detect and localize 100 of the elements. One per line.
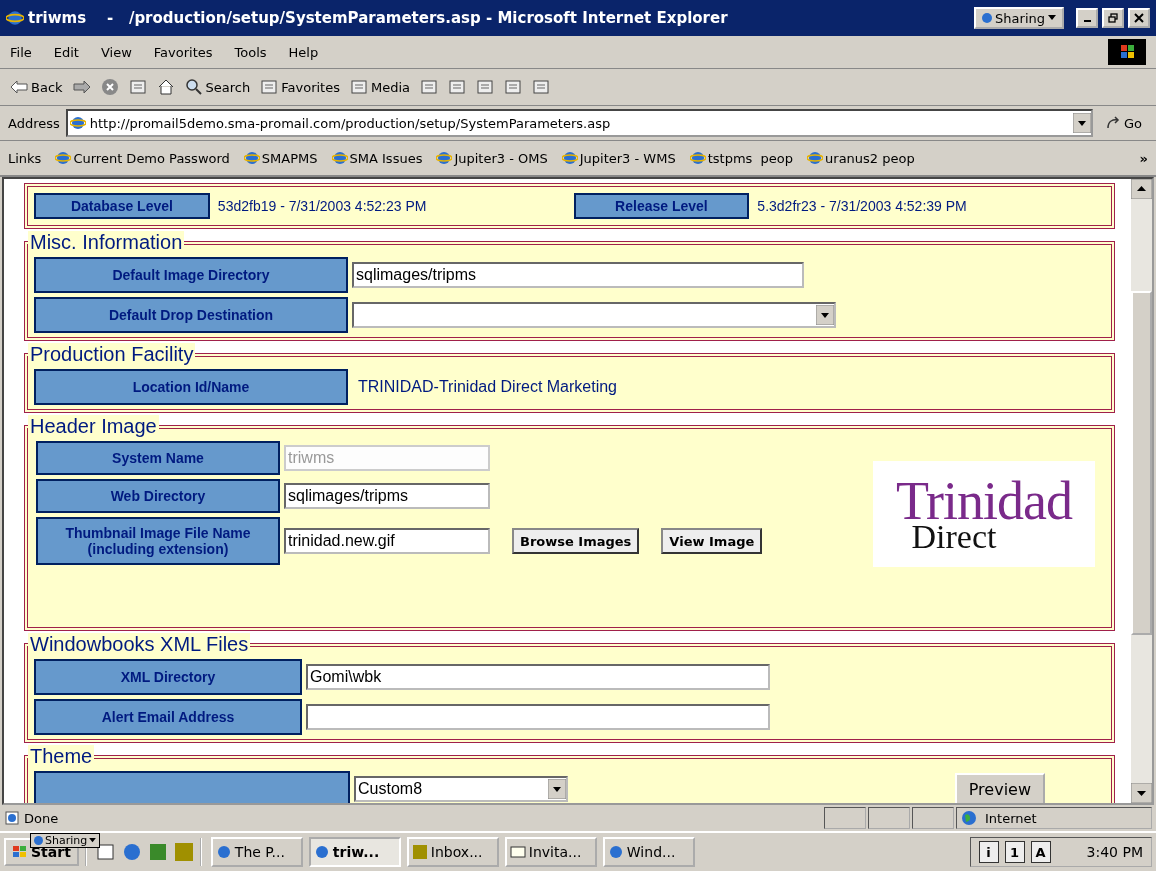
dropdown[interactable] <box>352 302 836 328</box>
vertical-scrollbar[interactable] <box>1131 179 1152 803</box>
go-button[interactable]: Go <box>1098 115 1148 131</box>
close-button[interactable] <box>1128 8 1150 28</box>
field-label: Web Directory <box>36 479 280 513</box>
field-label: Default Image Directory <box>34 257 348 293</box>
level-value: 53d2fb19 - 7/31/2003 4:52:23 PM <box>217 198 428 214</box>
action-button[interactable]: Preview <box>954 773 1045 803</box>
dropdown[interactable]: Custom8 <box>354 776 568 802</box>
section-title: Production Facility <box>28 343 196 365</box>
section-title: Header Image <box>28 415 159 437</box>
desktop-icon[interactable] <box>95 842 116 862</box>
globe-icon <box>436 150 453 166</box>
globe-icon <box>215 844 232 860</box>
status-pane <box>912 807 954 829</box>
field-label: Default Drop Destination <box>34 297 348 333</box>
stop-button[interactable] <box>100 78 119 96</box>
curved-arrow-icon <box>1104 116 1121 130</box>
globe-icon <box>243 150 260 166</box>
envelope-icon <box>509 844 526 860</box>
text-field[interactable]: trinidad.new.gif <box>284 528 490 554</box>
restore-icon <box>1108 13 1118 23</box>
dropdown-arrow-icon[interactable] <box>1072 113 1091 133</box>
windows-logo <box>1108 39 1146 65</box>
discuss-button[interactable] <box>532 78 550 96</box>
document-icon <box>532 78 550 96</box>
status-text: Done <box>4 810 59 826</box>
taskbar-button[interactable]: Inbox... <box>406 837 499 867</box>
search-button[interactable]: Search <box>184 78 251 96</box>
dropdown-arrow-icon[interactable] <box>816 305 834 325</box>
caret-icon <box>1048 15 1056 21</box>
menu-item[interactable]: View <box>100 44 132 60</box>
favorites-button[interactable]: Favorites <box>260 78 340 96</box>
media-button[interactable]: Media <box>349 78 410 96</box>
back-arrow-icon <box>10 80 28 94</box>
favorite-link[interactable]: uranus2 peop <box>807 150 915 166</box>
sharing-button[interactable]: Sharing <box>974 7 1064 29</box>
address-label: Address <box>8 115 60 131</box>
home-button[interactable] <box>156 78 175 96</box>
action-button[interactable]: Browse Images <box>512 528 640 554</box>
menu-item[interactable]: Edit <box>53 44 79 60</box>
dropdown-arrow-icon[interactable] <box>548 779 566 799</box>
field-label: System Name <box>36 441 280 475</box>
text-field[interactable]: sqlimages/tripms <box>284 483 490 509</box>
restore-button[interactable] <box>1102 8 1124 28</box>
address-field[interactable]: http://promail5demo.sma-promail.com/production/setup/SystemParameters.asp <box>65 109 1093 137</box>
globe-icon <box>689 150 706 166</box>
globe-icon[interactable] <box>121 842 142 862</box>
edit-button[interactable] <box>504 78 522 96</box>
minimize-button[interactable] <box>1076 8 1098 28</box>
windows-logo <box>12 845 28 859</box>
document-icon <box>504 78 522 96</box>
favorite-link[interactable]: SMA Issues <box>331 150 423 166</box>
field-value: TRINIDAD-Trinidad Direct Marketing <box>358 378 617 396</box>
globe-icon <box>807 150 824 166</box>
back-button[interactable]: Back <box>10 79 63 95</box>
text-field[interactable] <box>306 704 770 730</box>
menu-item[interactable]: Tools <box>234 44 267 60</box>
minimize-icon <box>1083 20 1091 22</box>
clock: 3:40 PM <box>1086 844 1143 860</box>
history-button[interactable] <box>420 78 438 96</box>
field-label: XML Directory <box>34 659 302 695</box>
scroll-up-icon[interactable] <box>1131 179 1152 199</box>
document-icon <box>476 78 494 96</box>
status-pane <box>868 807 910 829</box>
taskbar-button[interactable]: Invita... <box>504 837 597 867</box>
field-label: Database Level <box>34 193 210 219</box>
mail-button[interactable] <box>448 78 466 96</box>
field-label: Release Level <box>573 193 750 219</box>
favorite-link[interactable]: Jupiter3 - WMS <box>561 150 676 166</box>
favorite-link[interactable]: SMAPMS <box>243 150 318 166</box>
favorite-link[interactable]: tstpms peop <box>689 150 794 166</box>
menu-item[interactable]: Favorites <box>153 44 213 60</box>
search-icon <box>184 78 203 96</box>
favorite-link[interactable]: Jupiter3 - OMS <box>436 150 548 166</box>
page-icon <box>4 810 20 826</box>
tray-icon[interactable]: i <box>978 841 999 863</box>
globe-icon <box>961 810 977 826</box>
forward-button[interactable] <box>72 80 91 94</box>
print-button[interactable] <box>476 78 494 96</box>
status-pane <box>824 807 866 829</box>
taskbar-button[interactable]: The P... <box>210 837 303 867</box>
favorite-link[interactable]: Current Demo Password <box>55 150 230 166</box>
more-links-button[interactable]: » <box>1139 150 1148 166</box>
menu-item[interactable]: File <box>10 44 32 60</box>
text-field[interactable]: sqlimages/tripms <box>352 262 804 288</box>
tray-icon[interactable]: A <box>1030 841 1051 863</box>
action-button[interactable]: View Image <box>661 528 763 554</box>
globe-icon <box>55 150 72 166</box>
refresh-button[interactable] <box>128 78 147 96</box>
taskbar-button[interactable]: Wind... <box>602 837 695 867</box>
sharing-menu[interactable]: Sharing <box>30 833 101 848</box>
menu-item[interactable]: Help <box>288 44 319 60</box>
scroll-down-icon[interactable] <box>1131 783 1152 803</box>
taskbar-button[interactable]: triw... <box>308 837 401 867</box>
stop-icon <box>100 78 119 96</box>
tray-icon[interactable]: 1 <box>1004 841 1025 863</box>
level-value: 5.3d2fr23 - 7/31/2003 4:52:39 PM <box>757 198 968 214</box>
globe-icon <box>313 844 330 860</box>
text-field[interactable]: Gomi\wbk <box>306 664 770 690</box>
